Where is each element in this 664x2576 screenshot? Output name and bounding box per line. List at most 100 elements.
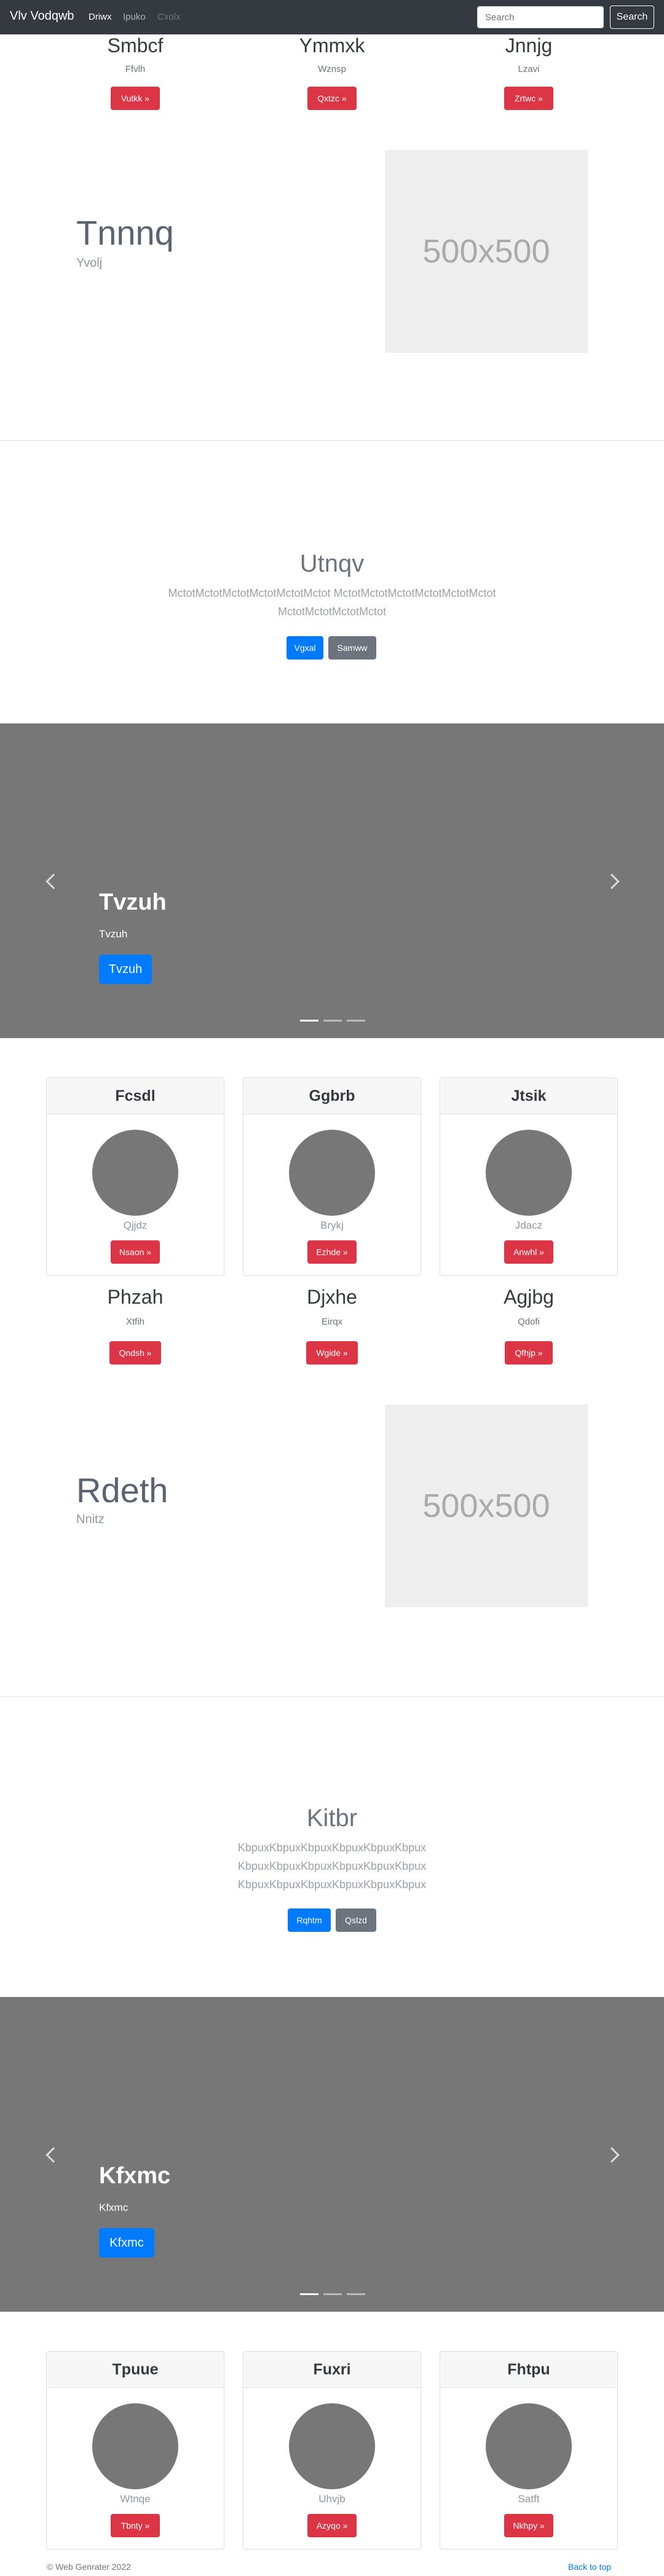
- column-title: Smbcf: [107, 34, 164, 57]
- card: Ggbrb Brykj Ezhde »: [243, 1077, 421, 1276]
- column-title: Ymmxk: [299, 34, 365, 57]
- carousel-prev-icon[interactable]: [45, 873, 61, 889]
- cards-section-1: Fcsdl Qjjdz Nsaon » Ggbrb Brykj Ezhde » …: [0, 1038, 664, 1284]
- column-button[interactable]: Zrtwc »: [504, 87, 553, 110]
- card-subtitle: Wtnqe: [120, 2493, 151, 2505]
- card-header: Fuxri: [243, 2352, 421, 2388]
- featurette-subheading: Yvolj: [76, 256, 103, 270]
- primary-button[interactable]: Rqhtm: [288, 1908, 331, 1932]
- carousel-indicator[interactable]: [323, 2293, 342, 2295]
- card-header: Fhtpu: [440, 2352, 617, 2388]
- carousel-indicator[interactable]: [300, 1020, 318, 1022]
- featurette-heading: Rdeth: [76, 1471, 168, 1510]
- top-columns: Smbcf Ffvlh Vutkk » Ymmxk Wznsp Qxtzc » …: [0, 34, 664, 114]
- card-subtitle: Jdacz: [515, 1219, 543, 1231]
- card: Fhtpu Satft Nkhpy »: [440, 2351, 618, 2550]
- card-header: Jtsik: [440, 1078, 617, 1114]
- column-subtitle: Eirqx: [321, 1317, 343, 1327]
- column-title: Djxhe: [307, 1286, 357, 1308]
- column-subtitle: Lzavi: [518, 64, 540, 74]
- jumbotron-1: Utnqv MctotMctotMctotMctotMctotMctot Mct…: [0, 441, 664, 723]
- column-title: Jnnjg: [505, 34, 553, 57]
- image-placeholder: 500x500: [385, 1404, 588, 1607]
- column-button[interactable]: Qfhjp »: [505, 1341, 553, 1365]
- carousel-caption: Tvzuh: [99, 928, 128, 940]
- carousel-prev-icon[interactable]: [45, 2147, 61, 2163]
- avatar-circle: [289, 2403, 375, 2489]
- avatar-circle: [92, 2403, 178, 2489]
- carousel-heading: Tvzuh: [99, 889, 167, 915]
- carousel-heading: Kfxmc: [99, 2163, 171, 2189]
- carousel-next-icon[interactable]: [604, 873, 620, 889]
- card-subtitle: Qjjdz: [123, 1219, 148, 1231]
- column-title: Agjbg: [504, 1286, 554, 1308]
- column-subtitle: Ffvlh: [125, 64, 146, 74]
- column-title: Phzah: [107, 1286, 164, 1308]
- carousel-indicator[interactable]: [347, 2293, 365, 2295]
- column-subtitle: Qdofi: [518, 1317, 540, 1327]
- card-button[interactable]: Anwhl »: [504, 1240, 553, 1264]
- card-subtitle: Satft: [518, 2493, 540, 2505]
- nav-link-ipuko[interactable]: Ipuko: [123, 12, 146, 22]
- card-button[interactable]: Tbnty »: [111, 2514, 160, 2537]
- card-subtitle: Brykj: [320, 1219, 344, 1231]
- navbar: Vlv Vodqwb Driwx Ipuko Cxolx Search: [0, 0, 664, 34]
- nav-link-driwx[interactable]: Driwx: [89, 12, 112, 22]
- jumbotron-heading: Utnqv: [299, 550, 365, 577]
- footer-copyright: © Web Genrater 2022: [47, 2562, 131, 2572]
- column-button[interactable]: Qxtzc »: [307, 87, 357, 110]
- featurette-1: Tnnnq Yvolj 500x500: [0, 114, 664, 440]
- featurette-heading: Tnnnq: [76, 213, 174, 252]
- jumbotron-text: KbpuxKbpuxKbpuxKbpuxKbpuxKbpux: [237, 1860, 427, 1872]
- jumbotron-heading: Kitbr: [306, 1805, 358, 1832]
- carousel-1: Tvzuh Tvzuh Tvzuh: [0, 723, 664, 1038]
- back-to-top-link[interactable]: Back to top: [568, 2562, 611, 2572]
- secondary-button[interactable]: Samww: [328, 636, 376, 660]
- featurette-subheading: Nnitz: [76, 1513, 105, 1526]
- image-placeholder: 500x500: [385, 150, 588, 353]
- cards-section-2: Tpuue Wtnqe Tbnty » Fuxri Uhvjb Azyqo » …: [0, 2312, 664, 2558]
- card-header: Fcsdl: [47, 1078, 224, 1114]
- carousel-2: Kfxmc Kfxmc Kfxmc: [0, 1997, 664, 2312]
- jumbotron-text: MctotMctotMctotMctot: [277, 605, 387, 618]
- search-button[interactable]: Search: [610, 6, 654, 29]
- avatar-circle: [486, 2403, 572, 2489]
- card: Fuxri Uhvjb Azyqo »: [243, 2351, 421, 2550]
- column-button[interactable]: Qndsh »: [109, 1341, 161, 1365]
- card-button[interactable]: Azyqo »: [307, 2514, 357, 2537]
- carousel-next-icon[interactable]: [604, 2147, 620, 2163]
- column-button[interactable]: Wgide »: [306, 1341, 358, 1365]
- card-button[interactable]: Ezhde »: [307, 1240, 357, 1264]
- card-button[interactable]: Nsaon »: [111, 1240, 160, 1264]
- search-input[interactable]: [477, 6, 604, 28]
- primary-button[interactable]: Vgxal: [287, 636, 323, 660]
- nav-link-cxolx: Cxolx: [157, 12, 181, 22]
- carousel-button[interactable]: Kfxmc: [99, 2228, 154, 2258]
- featurette-2: Rdeth Nnitz 500x500: [0, 1366, 664, 1696]
- carousel-caption: Kfxmc: [99, 2202, 128, 2213]
- card-subtitle: Uhvjb: [318, 2493, 346, 2505]
- card: Jtsik Jdacz Anwhl »: [440, 1077, 618, 1276]
- carousel-indicator[interactable]: [347, 1020, 365, 1022]
- avatar-circle: [92, 1130, 178, 1216]
- card: Tpuue Wtnqe Tbnty »: [46, 2351, 224, 2550]
- carousel-button[interactable]: Tvzuh: [99, 955, 152, 984]
- card-header: Tpuue: [47, 2352, 224, 2388]
- column-button[interactable]: Vutkk »: [111, 87, 160, 110]
- jumbotron-2: Kitbr KbpuxKbpuxKbpuxKbpuxKbpuxKbpux Kbp…: [0, 1697, 664, 1997]
- avatar-circle: [289, 1130, 375, 1216]
- column-subtitle: Xtfih: [125, 1317, 144, 1327]
- jumbotron-text: KbpuxKbpuxKbpuxKbpuxKbpuxKbpux: [237, 1841, 427, 1854]
- carousel-indicator[interactable]: [323, 1020, 342, 1022]
- brand[interactable]: Vlv Vodqwb: [10, 9, 74, 23]
- card-button[interactable]: Nkhpy »: [504, 2514, 553, 2537]
- jumbotron-text: MctotMctotMctotMctotMctotMctot MctotMcto…: [168, 587, 496, 599]
- jumbotron-text: KbpuxKbpuxKbpuxKbpuxKbpuxKbpux: [237, 1878, 427, 1891]
- secondary-button[interactable]: Qslzd: [336, 1908, 376, 1932]
- column-subtitle: Wznsp: [318, 64, 346, 74]
- mid-columns: Phzah Xtfih Qndsh » Djxhe Eirqx Wgide » …: [0, 1286, 664, 1366]
- card: Fcsdl Qjjdz Nsaon »: [46, 1077, 224, 1276]
- avatar-circle: [486, 1130, 572, 1216]
- card-header: Ggbrb: [243, 1078, 421, 1114]
- carousel-indicator[interactable]: [300, 2293, 318, 2295]
